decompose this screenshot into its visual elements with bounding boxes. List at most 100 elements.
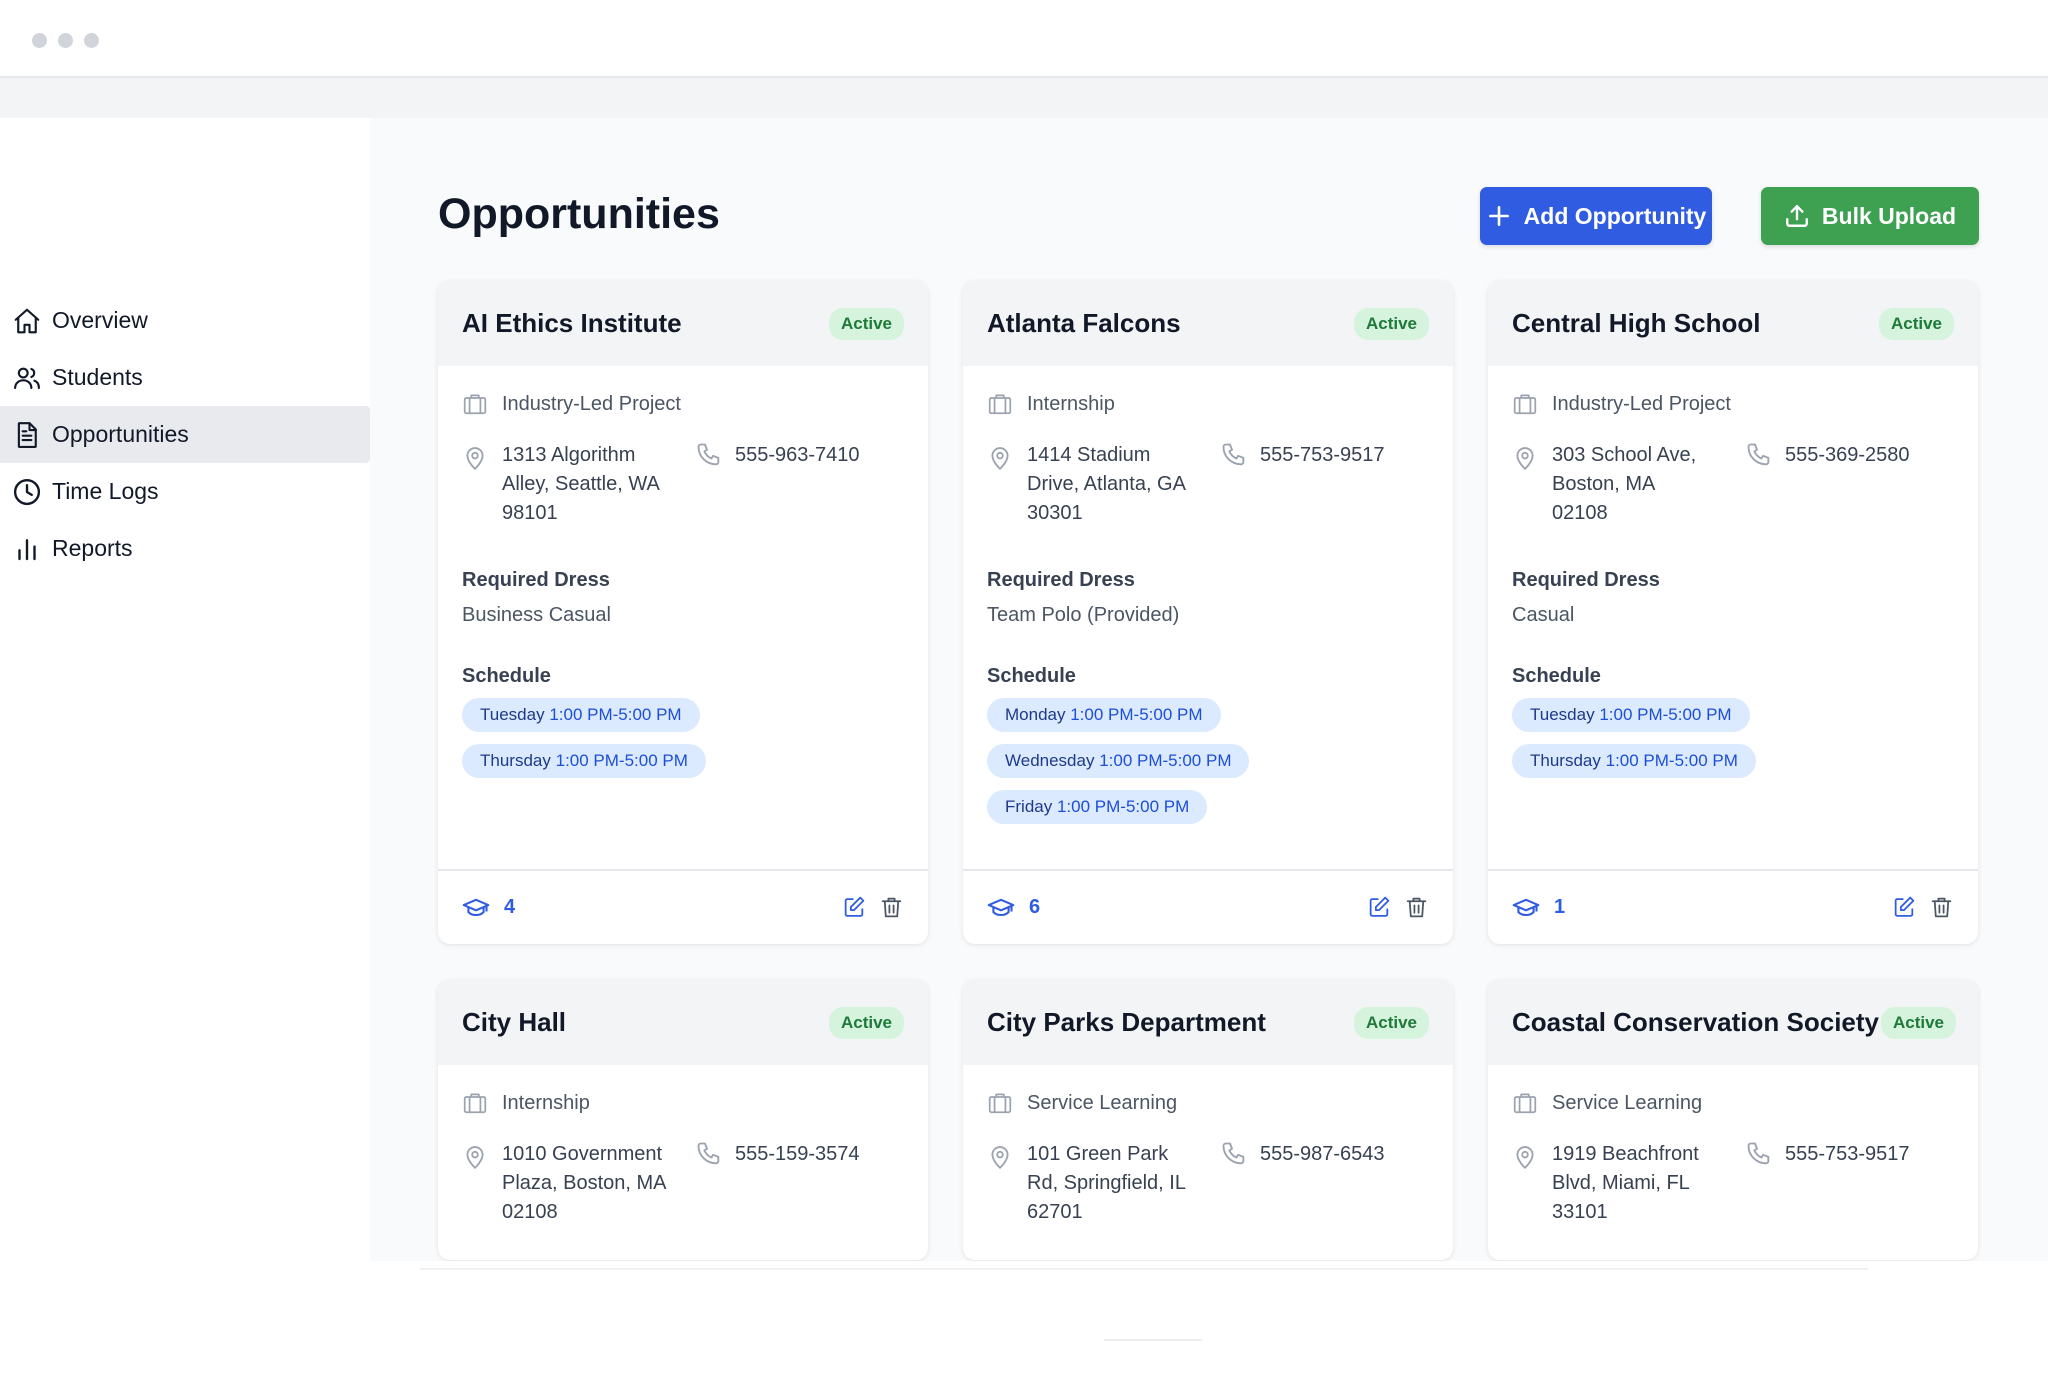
schedule-chip: Thursday 1:00 PM-5:00 PM [462, 744, 706, 778]
sidebar-item-reports[interactable]: Reports [0, 520, 370, 577]
card-body: Industry-Led Project 303 School Ave, Bost… [1488, 366, 1978, 778]
schedule-chip: Monday 1:00 PM-5:00 PM [987, 698, 1221, 732]
student-count[interactable]: 1 [1512, 894, 1565, 922]
contact-row: 101 Green Park Rd, Springfield, IL 62701 5… [987, 1140, 1429, 1230]
schedule-chip: Tuesday 1:00 PM-5:00 PM [1512, 698, 1750, 732]
opportunity-type: Industry-Led Project [1512, 389, 1954, 419]
address-line: 02108 [1552, 502, 1608, 524]
status-badge: Active [1353, 1006, 1429, 1039]
schedule-label: Schedule [462, 665, 551, 687]
schedule-day: Thursday [480, 751, 551, 770]
phone: 555-987-6543 [1220, 1140, 1385, 1230]
phone-number: 555-753-9517 [1785, 1143, 1910, 1165]
address-line: Rd, Springfield, IL [1027, 1172, 1186, 1194]
phone-icon [1747, 1142, 1770, 1165]
card-actions [1892, 895, 1954, 920]
card-footer: 6 [963, 869, 1453, 944]
opportunity-card: City Parks Department Active Service Lea… [963, 980, 1453, 1260]
student-count[interactable]: 6 [987, 894, 1040, 922]
address: 1313 Algorithm Alley, Seattle, WA 98101 [462, 441, 695, 531]
sidebar-item-time-logs[interactable]: Time Logs [0, 463, 370, 520]
edit-icon[interactable] [1367, 895, 1392, 920]
card-title: City Hall [462, 1007, 567, 1037]
address-line: 1010 Government [502, 1143, 663, 1165]
add-opportunity-button[interactable]: Add Opportunity [1480, 187, 1712, 245]
card-header: Coastal Conservation Society Active [1488, 980, 1978, 1065]
schedule-time: 1:00 PM-5:00 PM [1599, 705, 1732, 724]
phone: 555-753-9517 [1745, 1140, 1910, 1230]
trash-icon[interactable] [1929, 895, 1954, 920]
address: 1919 Beachfront Blvd, Miami, FL 33101 [1512, 1140, 1745, 1230]
card-header: AI Ethics Institute Active [438, 281, 928, 366]
contact-row: 1010 Government Plaza, Boston, MA 02108 55… [462, 1140, 904, 1230]
address: 1414 Stadium Drive, Atlanta, GA 30301 [987, 441, 1220, 531]
bulk-upload-label: Bulk Upload [1821, 202, 1957, 229]
briefcase-icon [988, 1093, 1012, 1114]
schedule-time: 1:00 PM-5:00 PM [1056, 797, 1190, 816]
card-title: Central High School [1512, 308, 1761, 338]
address-line: 33101 [1552, 1201, 1608, 1223]
sidebar-item-label: Reports [52, 535, 133, 561]
phone-icon [697, 1142, 720, 1165]
clock-icon [13, 478, 41, 505]
opportunity-type: Industry-Led Project [462, 389, 904, 419]
phone: 555-159-3574 [695, 1140, 860, 1230]
bulk-upload-button[interactable]: Bulk Upload [1761, 187, 1979, 245]
card-header: City Hall Active [438, 980, 928, 1065]
trash-icon[interactable] [879, 895, 904, 920]
opportunity-card: AI Ethics Institute Active Industry-Led … [438, 281, 928, 944]
page-title: Opportunities [438, 190, 720, 238]
sidebar-item-students[interactable]: Students [0, 349, 370, 406]
phone-icon [1747, 443, 1770, 466]
address-line: Blvd, Miami, FL [1552, 1172, 1690, 1194]
address-line: 62701 [1027, 1201, 1083, 1223]
type-label: Internship [502, 1091, 590, 1114]
sidebar-item-opportunities[interactable]: Opportunities [0, 406, 370, 463]
address-line: Alley, Seattle, WA [502, 473, 660, 495]
map-pin-icon [466, 1146, 484, 1169]
opportunity-card: Central High School Active Industry-Led … [1488, 281, 1978, 944]
student-count[interactable]: 4 [462, 894, 515, 922]
schedule-chip: Friday 1:00 PM-5:00 PM [987, 790, 1208, 824]
window-maximize-dot[interactable] [84, 33, 99, 48]
address-line: 98101 [502, 502, 558, 524]
type-label: Service Learning [1552, 1091, 1703, 1114]
schedule-label: Schedule [987, 665, 1076, 687]
student-count-value: 4 [504, 896, 516, 918]
briefcase-icon [988, 394, 1012, 415]
phone-number: 555-369-2580 [1785, 444, 1910, 466]
sidebar: Overview Students Opportunities Time Log… [0, 118, 370, 1261]
window-minimize-dot[interactable] [58, 33, 73, 48]
sidebar-item-overview[interactable]: Overview [0, 292, 370, 349]
card-body: Service Learning 1919 Beachfront Blvd, Mi… [1488, 1065, 1978, 1230]
schedule-day: Tuesday [1530, 705, 1595, 724]
phone-number: 555-159-3574 [735, 1143, 860, 1165]
schedule-day: Wednesday [1005, 751, 1095, 770]
required-dress-value: Business Casual [462, 604, 611, 626]
schedule-day: Friday [1005, 797, 1053, 816]
status-badge: Active [828, 307, 904, 340]
card-header: City Parks Department Active [963, 980, 1453, 1065]
required-dress-label: Required Dress [1512, 569, 1660, 591]
phone-icon [697, 443, 720, 466]
window-close-dot[interactable] [32, 33, 47, 48]
edit-icon[interactable] [1892, 895, 1917, 920]
opportunity-type: Service Learning [1512, 1088, 1954, 1118]
map-pin-icon [991, 447, 1009, 470]
trash-icon[interactable] [1404, 895, 1429, 920]
edit-icon[interactable] [842, 895, 867, 920]
schedule-list: Tuesday 1:00 PM-5:00 PM Thursday 1:00 PM… [1512, 698, 1954, 778]
graduation-cap-icon [462, 898, 490, 916]
required-dress-label: Required Dress [987, 569, 1135, 591]
map-pin-icon [1516, 1146, 1534, 1169]
address: 101 Green Park Rd, Springfield, IL 62701 [987, 1140, 1220, 1230]
contact-row: 303 School Ave, Boston, MA 02108 555-369-2… [1512, 441, 1954, 531]
schedule-day: Thursday [1530, 751, 1601, 770]
status-badge: Active [828, 1006, 904, 1039]
opportunity-type: Internship [987, 389, 1429, 419]
home-indicator [1104, 1339, 1202, 1341]
type-label: Industry-Led Project [502, 392, 681, 415]
upload-icon [1785, 205, 1808, 227]
schedule-list: Tuesday 1:00 PM-5:00 PM Thursday 1:00 PM… [462, 698, 904, 778]
users-icon [14, 367, 40, 389]
